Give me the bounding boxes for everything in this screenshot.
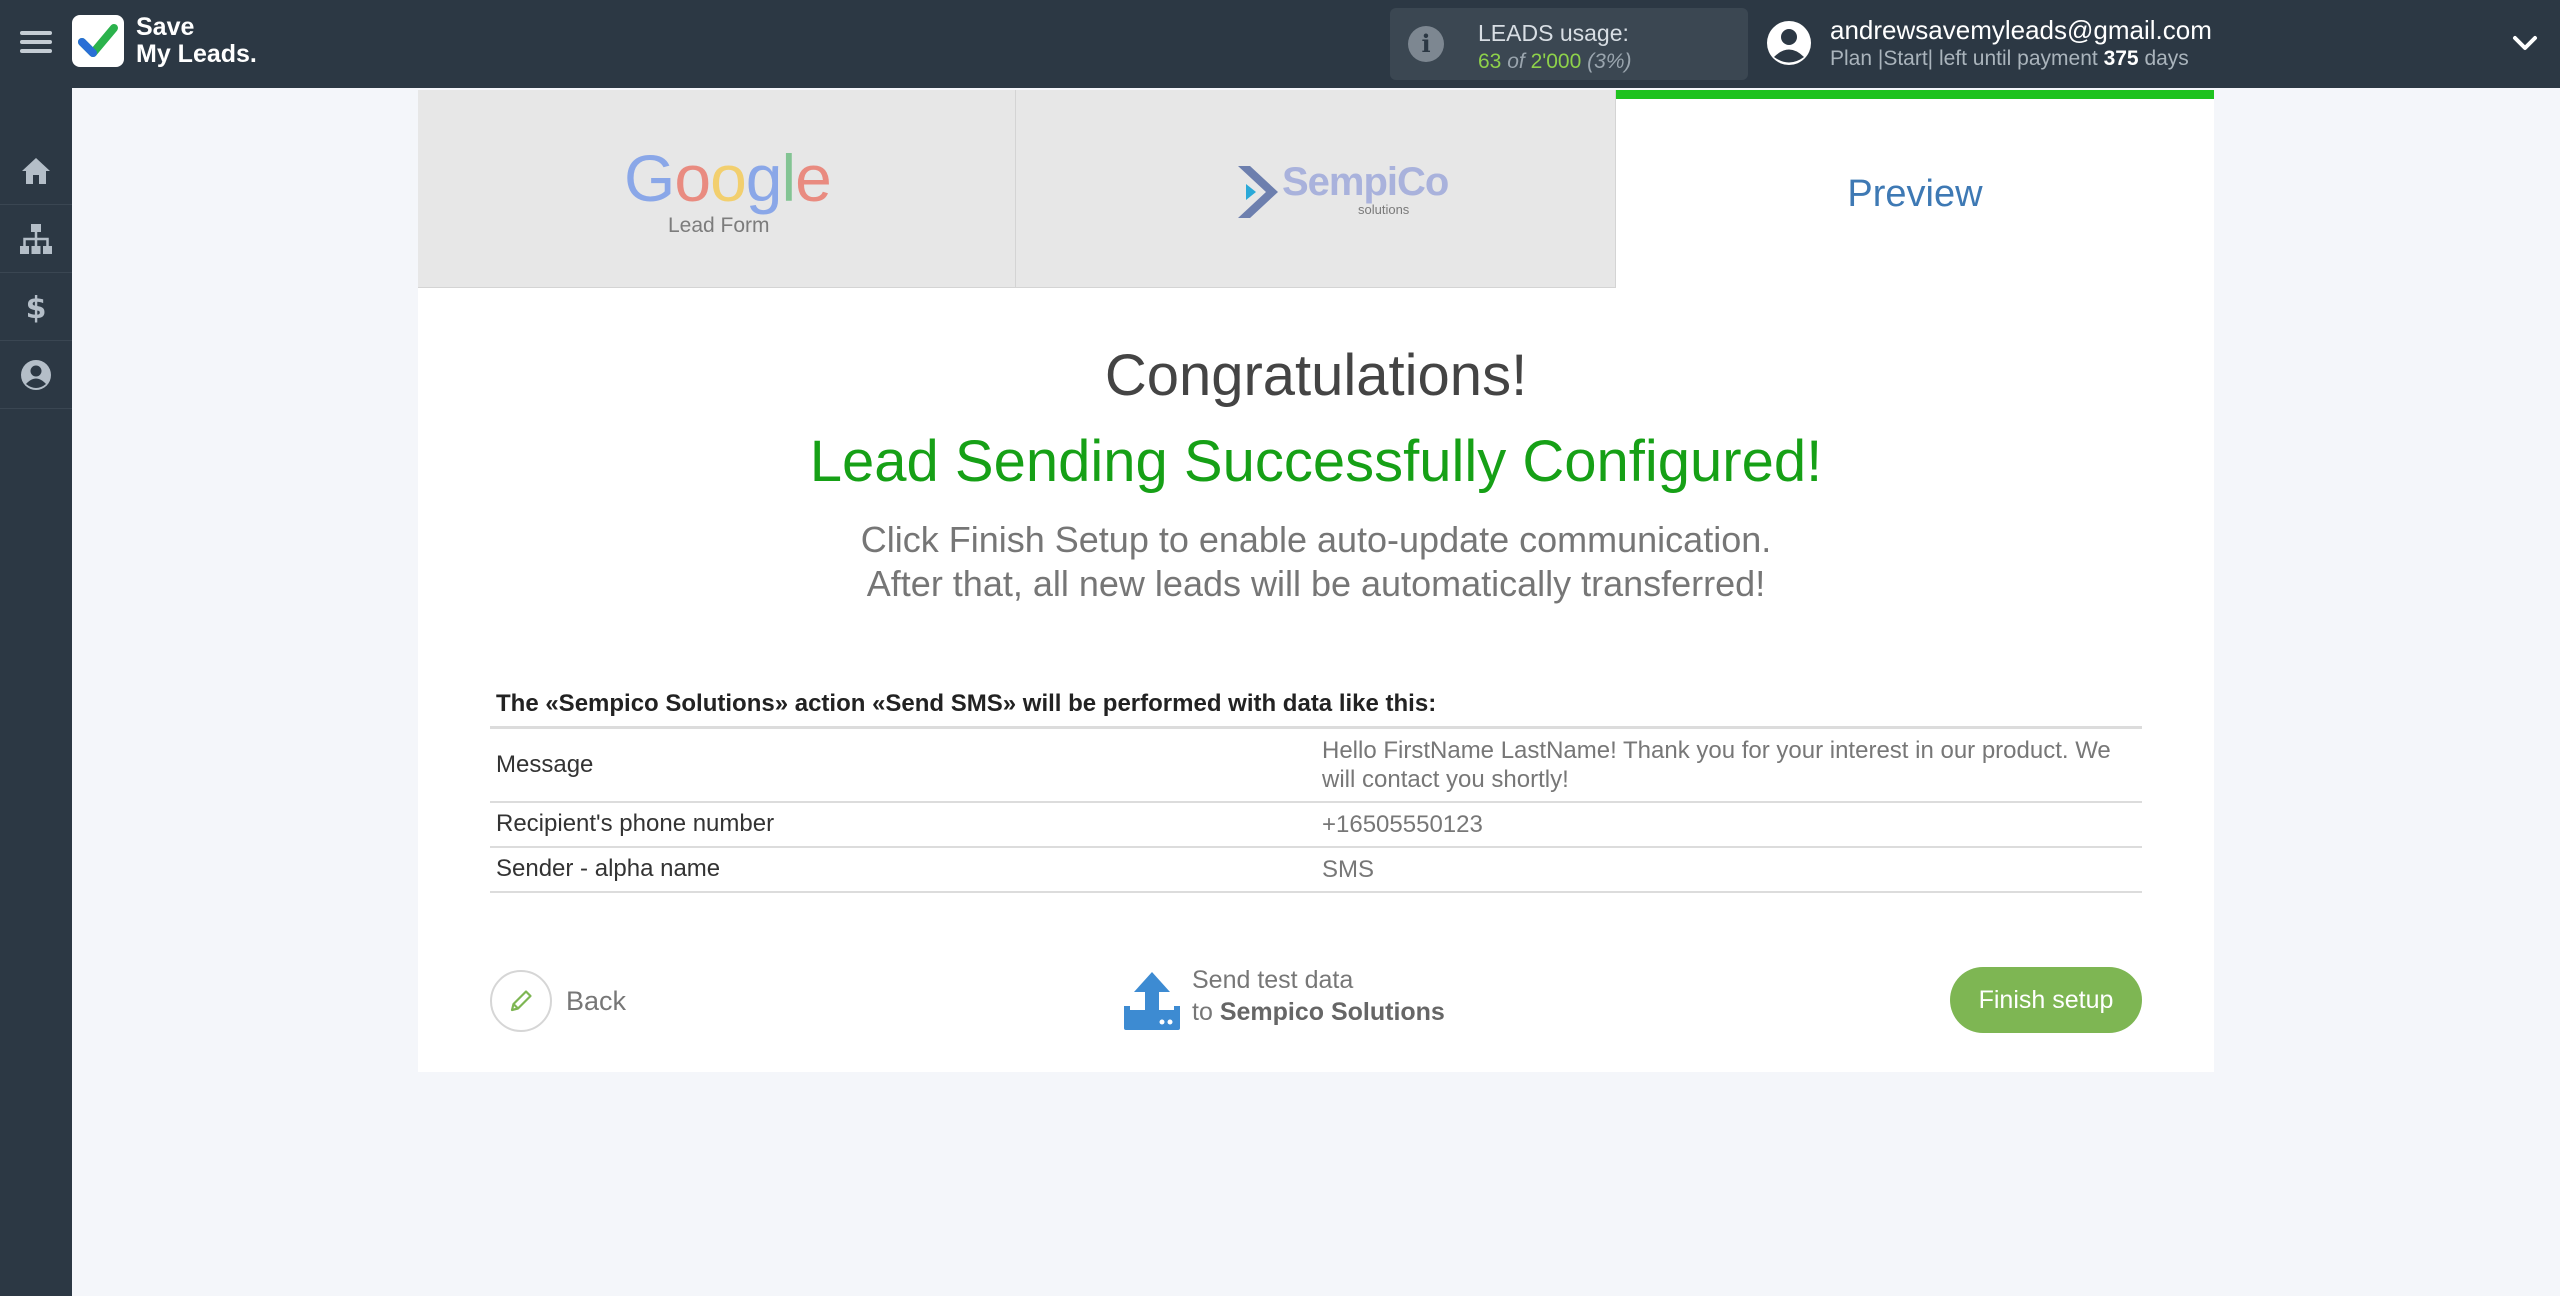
user-email[interactable]: andrewsavemyleads@gmail.com bbox=[1830, 15, 2212, 46]
menu-icon[interactable] bbox=[20, 26, 52, 58]
top-bar: Save My Leads. i LEADS usage: 63 of 2'00… bbox=[0, 0, 2560, 88]
leads-usage-panel: i LEADS usage: 63 of 2'000 (3%) bbox=[1390, 8, 1748, 80]
step-preview[interactable]: Preview bbox=[1616, 90, 2214, 288]
usage-value: 63 of 2'000 (3%) bbox=[1478, 50, 1631, 74]
sidebar-item-billing[interactable]: $ bbox=[0, 273, 72, 341]
app-name-line1: Save bbox=[136, 13, 195, 41]
account-icon bbox=[21, 359, 51, 390]
user-plan: Plan |Start| left until payment 375 days bbox=[1830, 47, 2189, 71]
setup-steps: Google Lead Form SempiCo solutions Previ… bbox=[418, 90, 2214, 288]
sidebar-item-home[interactable] bbox=[0, 137, 72, 205]
usage-limit: 2'000 bbox=[1530, 50, 1582, 73]
sidebar: $ bbox=[0, 88, 72, 1296]
app-name[interactable]: Save My Leads. bbox=[136, 14, 257, 68]
home-icon bbox=[22, 157, 50, 184]
row-value: Hello FirstName LastName! Thank you for … bbox=[1316, 727, 2142, 803]
send-test-target: Sempico Solutions bbox=[1219, 998, 1445, 1026]
sitemap-icon bbox=[20, 223, 52, 254]
info-text: Click Finish Setup to enable auto-update… bbox=[418, 518, 2214, 606]
info-icon[interactable]: i bbox=[1408, 26, 1444, 62]
send-test-line1: Send test data bbox=[1192, 966, 1354, 994]
row-key: Recipient's phone number bbox=[490, 801, 1316, 848]
main-card: Google Lead Form SempiCo solutions Previ… bbox=[418, 90, 2214, 1072]
sempico-sub: solutions bbox=[1358, 202, 1410, 217]
plan-days-suffix: days bbox=[2144, 47, 2189, 70]
row-key: Message bbox=[490, 727, 1316, 803]
user-avatar-icon[interactable] bbox=[1766, 20, 1812, 66]
finish-setup-button[interactable]: Finish setup bbox=[1950, 967, 2142, 1033]
send-test-line2: to Sempico Solutions bbox=[1192, 998, 1445, 1027]
sempico-logo: SempiCo solutions bbox=[1236, 156, 1449, 222]
table-row: Recipient's phone number +16505550123 bbox=[490, 801, 2142, 848]
sidebar-item-account[interactable] bbox=[0, 341, 72, 409]
info-line1: Click Finish Setup to enable auto-update… bbox=[860, 519, 1772, 560]
row-value: SMS bbox=[1316, 846, 2142, 893]
step-destination[interactable]: SempiCo solutions bbox=[1016, 90, 1616, 288]
preview-label: Preview bbox=[1847, 173, 1983, 215]
congrats-heading: Congratulations! bbox=[1104, 343, 1528, 408]
upload-icon bbox=[1124, 972, 1180, 1030]
row-value: +16505550123 bbox=[1316, 801, 2142, 848]
back-label: Back bbox=[566, 985, 627, 1016]
back-circle[interactable] bbox=[490, 970, 552, 1032]
table-row: Sender - alpha name SMS bbox=[490, 846, 2142, 893]
usage-title: LEADS usage: bbox=[1478, 20, 1629, 46]
back-button[interactable]: Back bbox=[490, 970, 626, 1032]
plan-days: 375 bbox=[2103, 47, 2139, 70]
usage-percent: (3%) bbox=[1587, 50, 1632, 73]
google-logo: Google bbox=[624, 141, 832, 215]
source-subtitle: Lead Form bbox=[668, 214, 770, 237]
chevron-down-icon[interactable] bbox=[2510, 28, 2540, 58]
row-key: Sender - alpha name bbox=[490, 846, 1316, 893]
data-preview-table: Message Hello FirstName LastName! Thank … bbox=[490, 726, 2142, 893]
dollar-icon: $ bbox=[26, 291, 47, 325]
send-test-to: to bbox=[1192, 998, 1213, 1026]
plan-text: Plan |Start| left until payment bbox=[1830, 47, 2098, 70]
usage-used: 63 bbox=[1478, 50, 1502, 73]
svg-text:$: $ bbox=[26, 291, 47, 325]
sempico-word: SempiCo bbox=[1282, 160, 1449, 204]
table-title: The «Sempico Solutions» action «Send SMS… bbox=[496, 690, 1437, 717]
usage-of: of bbox=[1507, 50, 1525, 73]
step-source[interactable]: Google Lead Form bbox=[418, 90, 1016, 288]
pencil-icon bbox=[510, 990, 532, 1012]
table-row: Message Hello FirstName LastName! Thank … bbox=[490, 727, 2142, 803]
send-test-data-button[interactable]: Send test data to Sempico Solutions bbox=[1122, 966, 1462, 1038]
sidebar-item-connections[interactable] bbox=[0, 205, 72, 273]
info-line2: After that, all new leads will be automa… bbox=[866, 563, 1766, 604]
success-heading: Lead Sending Successfully Configured! bbox=[809, 429, 1823, 494]
app-name-line2: My Leads. bbox=[136, 40, 257, 68]
logo-check-icon[interactable] bbox=[72, 15, 124, 67]
